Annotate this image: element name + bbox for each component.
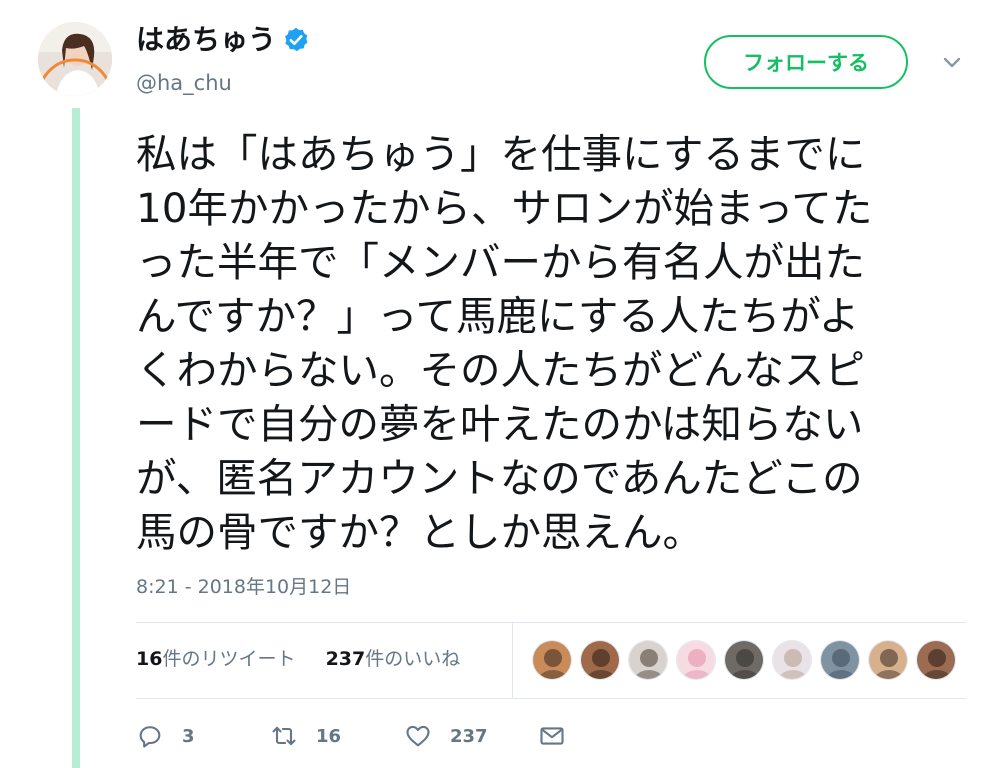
tweet-line: 10年かかったから、サロンが始まってた	[136, 184, 873, 232]
tweet-text: 私は「はあちゅう」を仕事にするまでに 10年かかったから、サロンが始まってた った半…	[136, 127, 956, 559]
divider	[136, 698, 966, 699]
verified-badge-icon	[285, 27, 308, 52]
liker-avatar[interactable]	[628, 640, 668, 680]
liker-avatar[interactable]	[676, 640, 716, 680]
retweet-count: 16	[316, 725, 342, 747]
retweet-action[interactable]: 16	[270, 722, 341, 750]
follow-button[interactable]: フォローする	[704, 35, 908, 89]
retweets-label: 件のリツイート	[162, 648, 296, 670]
heart-icon[interactable]	[404, 722, 432, 750]
thread-line	[72, 108, 80, 768]
liker-avatars	[532, 640, 964, 680]
envelope-icon[interactable]	[538, 722, 566, 750]
likes-stat[interactable]: 237件のいいね	[326, 648, 461, 670]
reply-action[interactable]: 3	[136, 722, 195, 750]
liker-avatar[interactable]	[820, 640, 860, 680]
liker-avatar[interactable]	[868, 640, 908, 680]
liker-avatar[interactable]	[916, 640, 956, 680]
liker-avatar[interactable]	[772, 640, 812, 680]
stats-separator	[512, 622, 513, 698]
tweet-line: った半年で「メンバーから有名人が出た	[136, 238, 865, 286]
tweet-line: んですか？」って馬鹿にする人たちがよ	[136, 292, 860, 340]
retweet-icon[interactable]	[270, 722, 298, 750]
likes-count: 237	[325, 648, 366, 670]
retweets-count: 16	[136, 648, 163, 670]
avatar[interactable]	[38, 22, 112, 96]
engagement-stats: 16件のリツイート 237件のいいね	[136, 644, 460, 674]
tweet-line: が、匿名アカウントなのであんたどこの	[136, 454, 863, 502]
divider	[136, 622, 966, 623]
tweet-line: 私は「はあちゅう」を仕事にするまでに	[136, 130, 866, 178]
user-handle[interactable]: @ha_chu	[136, 70, 232, 96]
chevron-down-icon[interactable]	[938, 50, 966, 74]
tweet-timestamp[interactable]: 8:21 - 2018年10月12日	[136, 572, 351, 599]
profile-photo-icon	[38, 22, 112, 96]
liker-avatar[interactable]	[724, 640, 764, 680]
display-name-text[interactable]: はあちゅう	[136, 23, 276, 56]
like-count: 237	[450, 725, 488, 747]
tweet-line: くわからない。その人たちがどんなスピ	[136, 346, 865, 394]
tweet-line: 馬の骨ですか？としか思えん。	[136, 508, 703, 556]
likes-label: 件のいいね	[365, 648, 461, 670]
liker-avatar[interactable]	[532, 640, 572, 680]
direct-message-action[interactable]	[538, 722, 566, 750]
retweets-stat[interactable]: 16件のリツイート	[136, 648, 295, 670]
reply-icon[interactable]	[136, 722, 164, 750]
display-name[interactable]: はあちゅう	[136, 22, 310, 58]
reply-count: 3	[182, 725, 195, 747]
like-action[interactable]: 237	[404, 722, 488, 750]
liker-avatar[interactable]	[580, 640, 620, 680]
tweet-line: ードで自分の夢を叶えたのかは知らない	[136, 400, 864, 448]
